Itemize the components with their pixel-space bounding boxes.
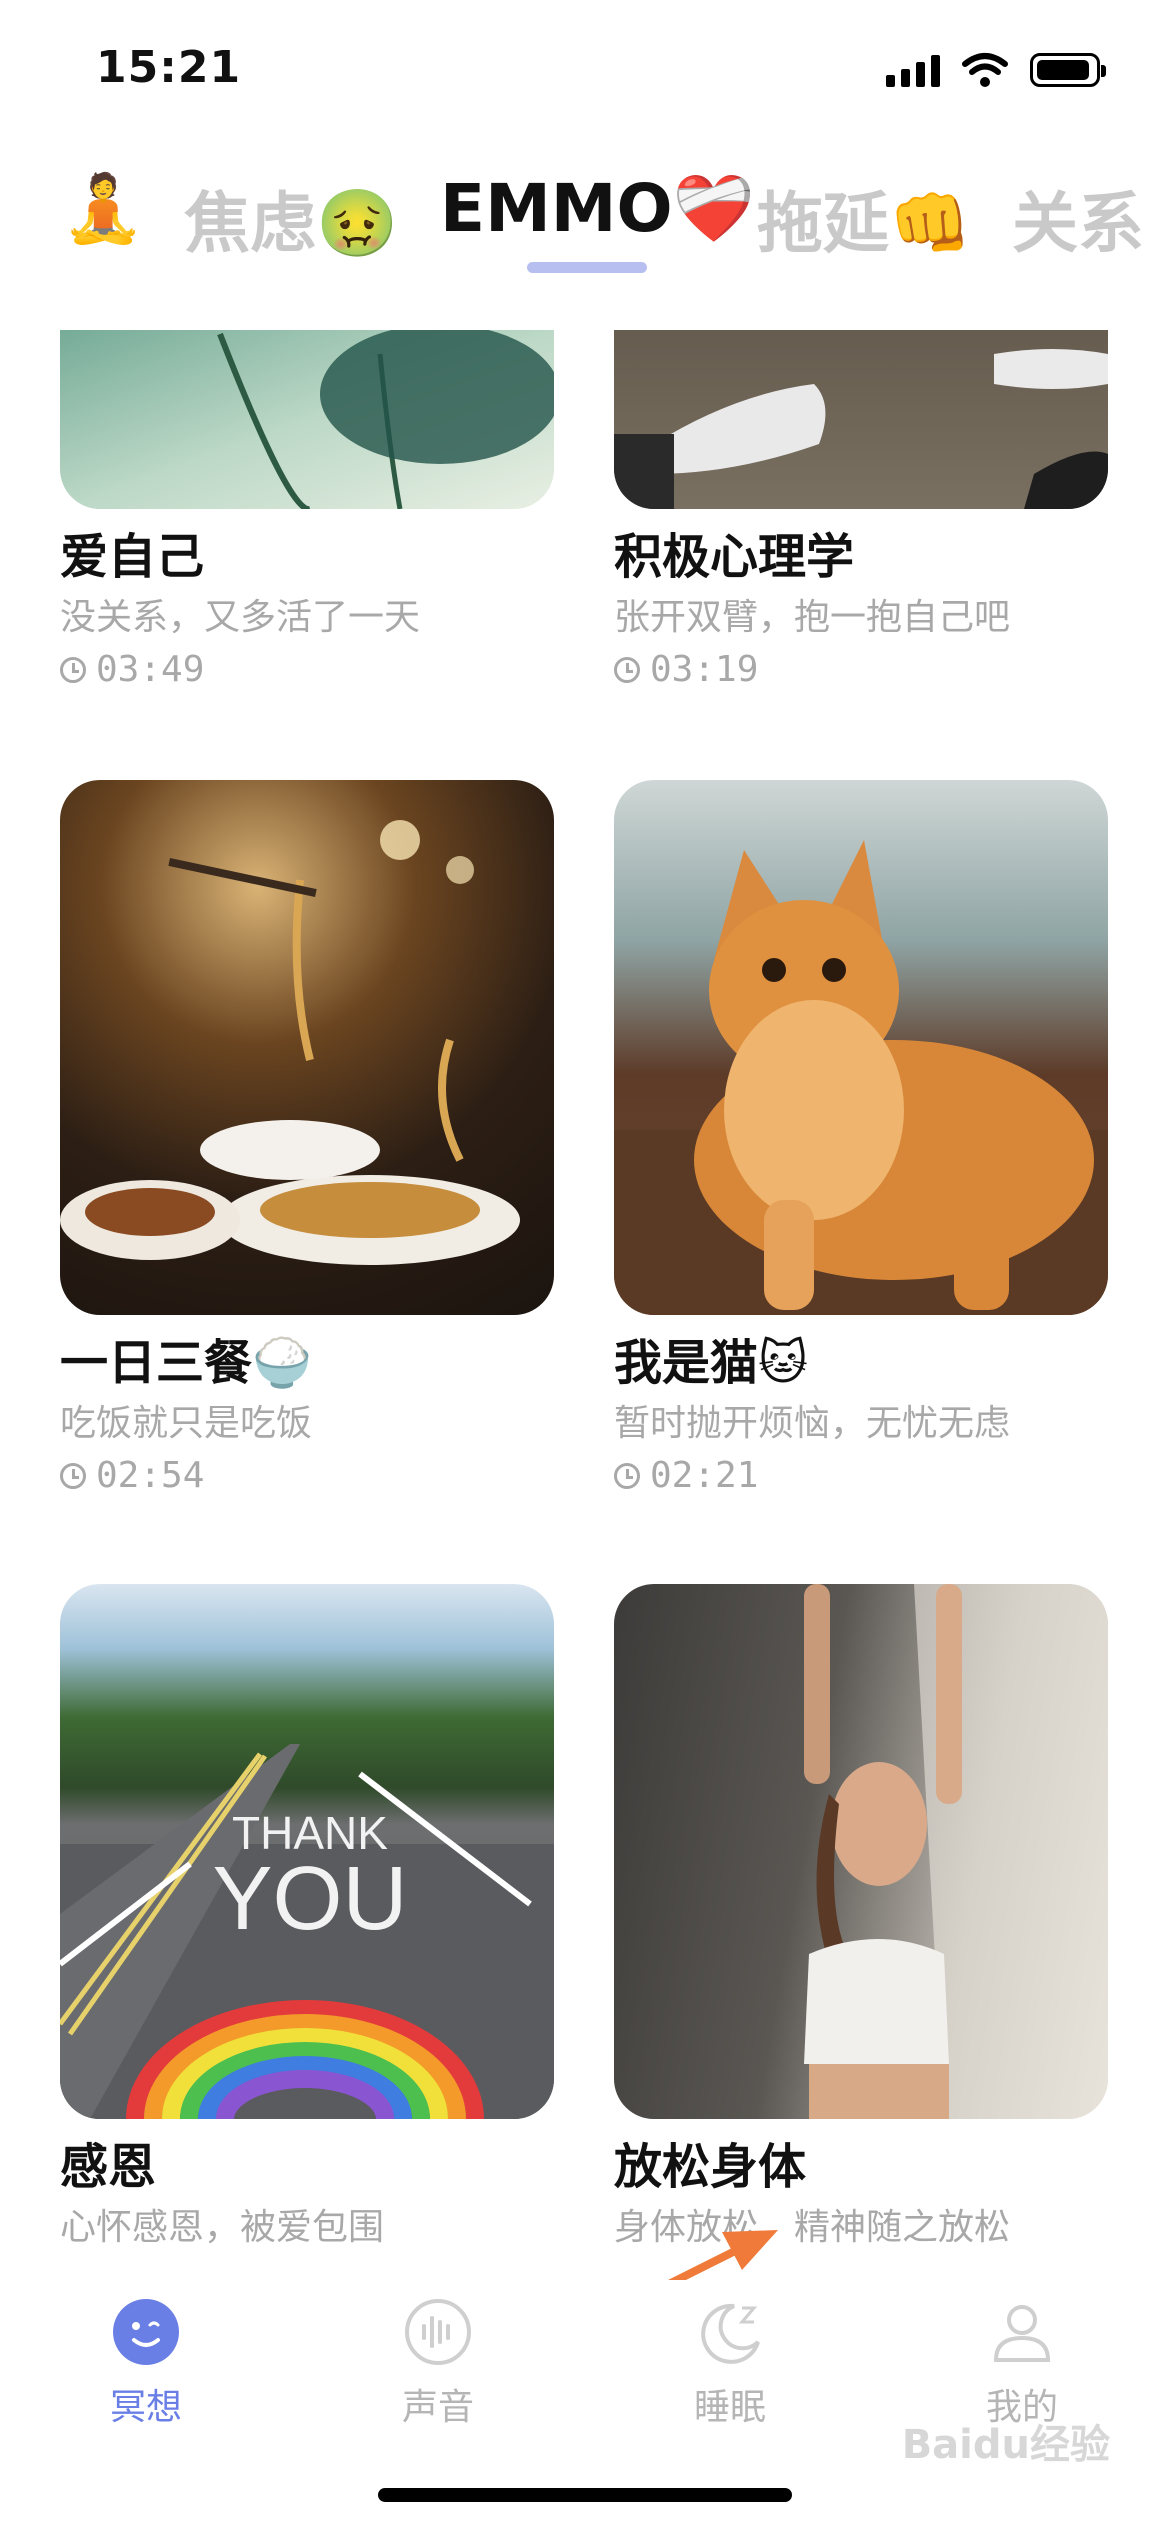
annotation-arrow [501, 2230, 778, 2370]
nav-sound[interactable]: 声音 [338, 2298, 538, 2430]
watermark: Baidu经验 [901, 2422, 1110, 2468]
nav-meditation[interactable]: 冥想 [46, 2298, 246, 2430]
nav-label: 睡眠 [693, 2387, 766, 2428]
moon-sleep-icon [701, 2303, 760, 2364]
sound-wave-icon [405, 2299, 471, 2365]
person-icon [993, 2305, 1051, 2362]
home-indicator [378, 2488, 792, 2502]
nav-sleep[interactable]: 睡眠 [630, 2298, 830, 2430]
smile-face-icon [113, 2299, 179, 2365]
nav-profile[interactable]: 我的 [922, 2298, 1122, 2430]
nav-label: 冥想 [109, 2387, 182, 2428]
nav-label: 声音 [401, 2387, 474, 2428]
